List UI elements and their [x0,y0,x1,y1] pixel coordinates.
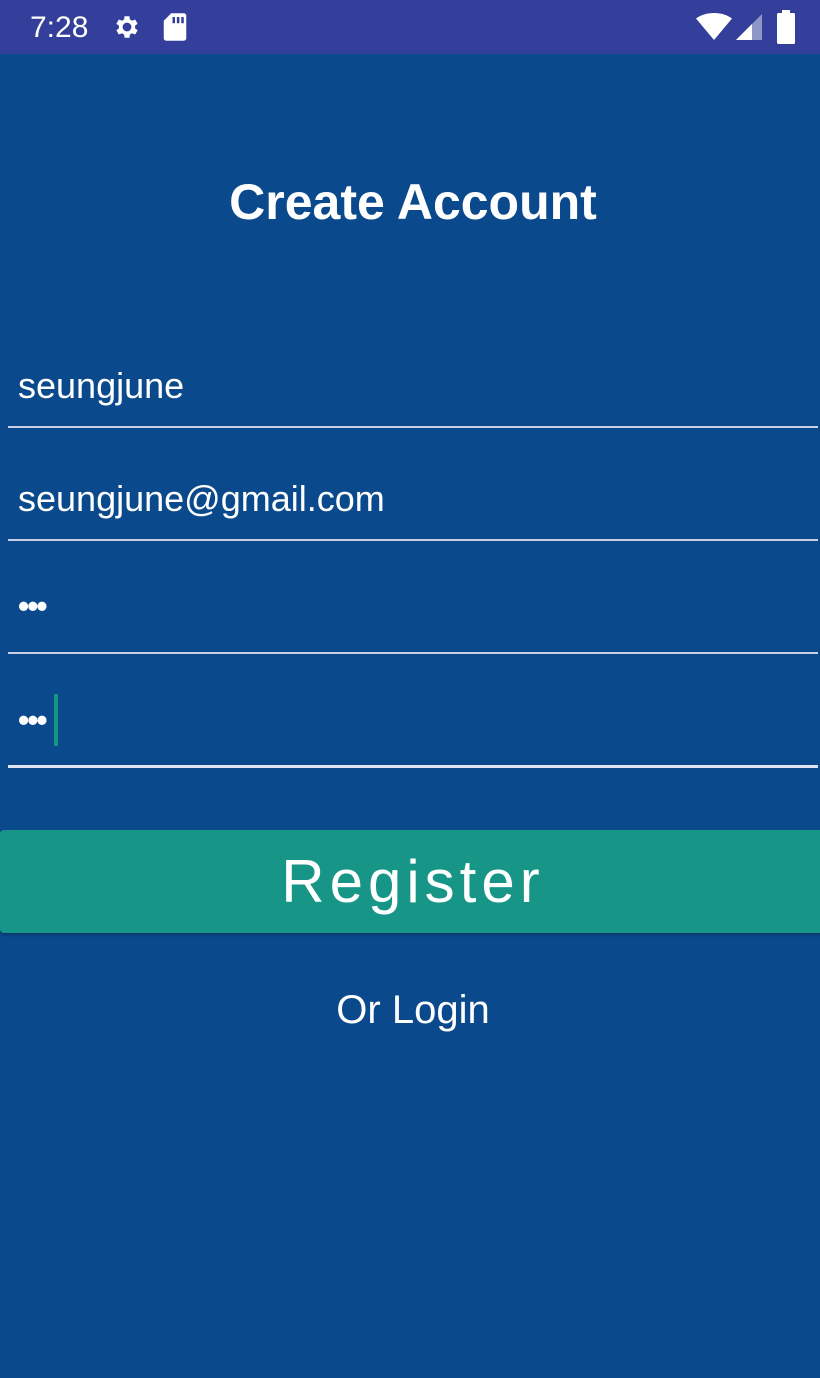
gear-icon [116,16,138,38]
create-account-screen: 7:28 Create Account seungjune seungjune@… [0,0,820,1378]
wifi-icon [696,13,732,40]
username-field[interactable]: seungjune [8,348,818,428]
register-button[interactable]: Register [0,830,820,933]
email-value: seungjune@gmail.com [18,478,385,519]
battery-icon [777,10,795,44]
status-bar: 7:28 [0,0,820,54]
confirm-password-value: ••• [18,702,48,738]
username-value: seungjune [18,365,185,406]
signal-icon [736,14,762,40]
password-field[interactable]: ••• [8,574,818,654]
sd-card-icon [163,13,187,41]
confirm-password-field[interactable]: ••• [8,688,818,768]
login-link[interactable]: Or Login [0,985,820,1035]
status-time: 7:28 [30,11,89,44]
page-title: Create Account [229,174,597,230]
email-field[interactable]: seungjune@gmail.com [8,461,818,541]
password-value: ••• [18,588,48,624]
text-cursor [54,694,58,746]
